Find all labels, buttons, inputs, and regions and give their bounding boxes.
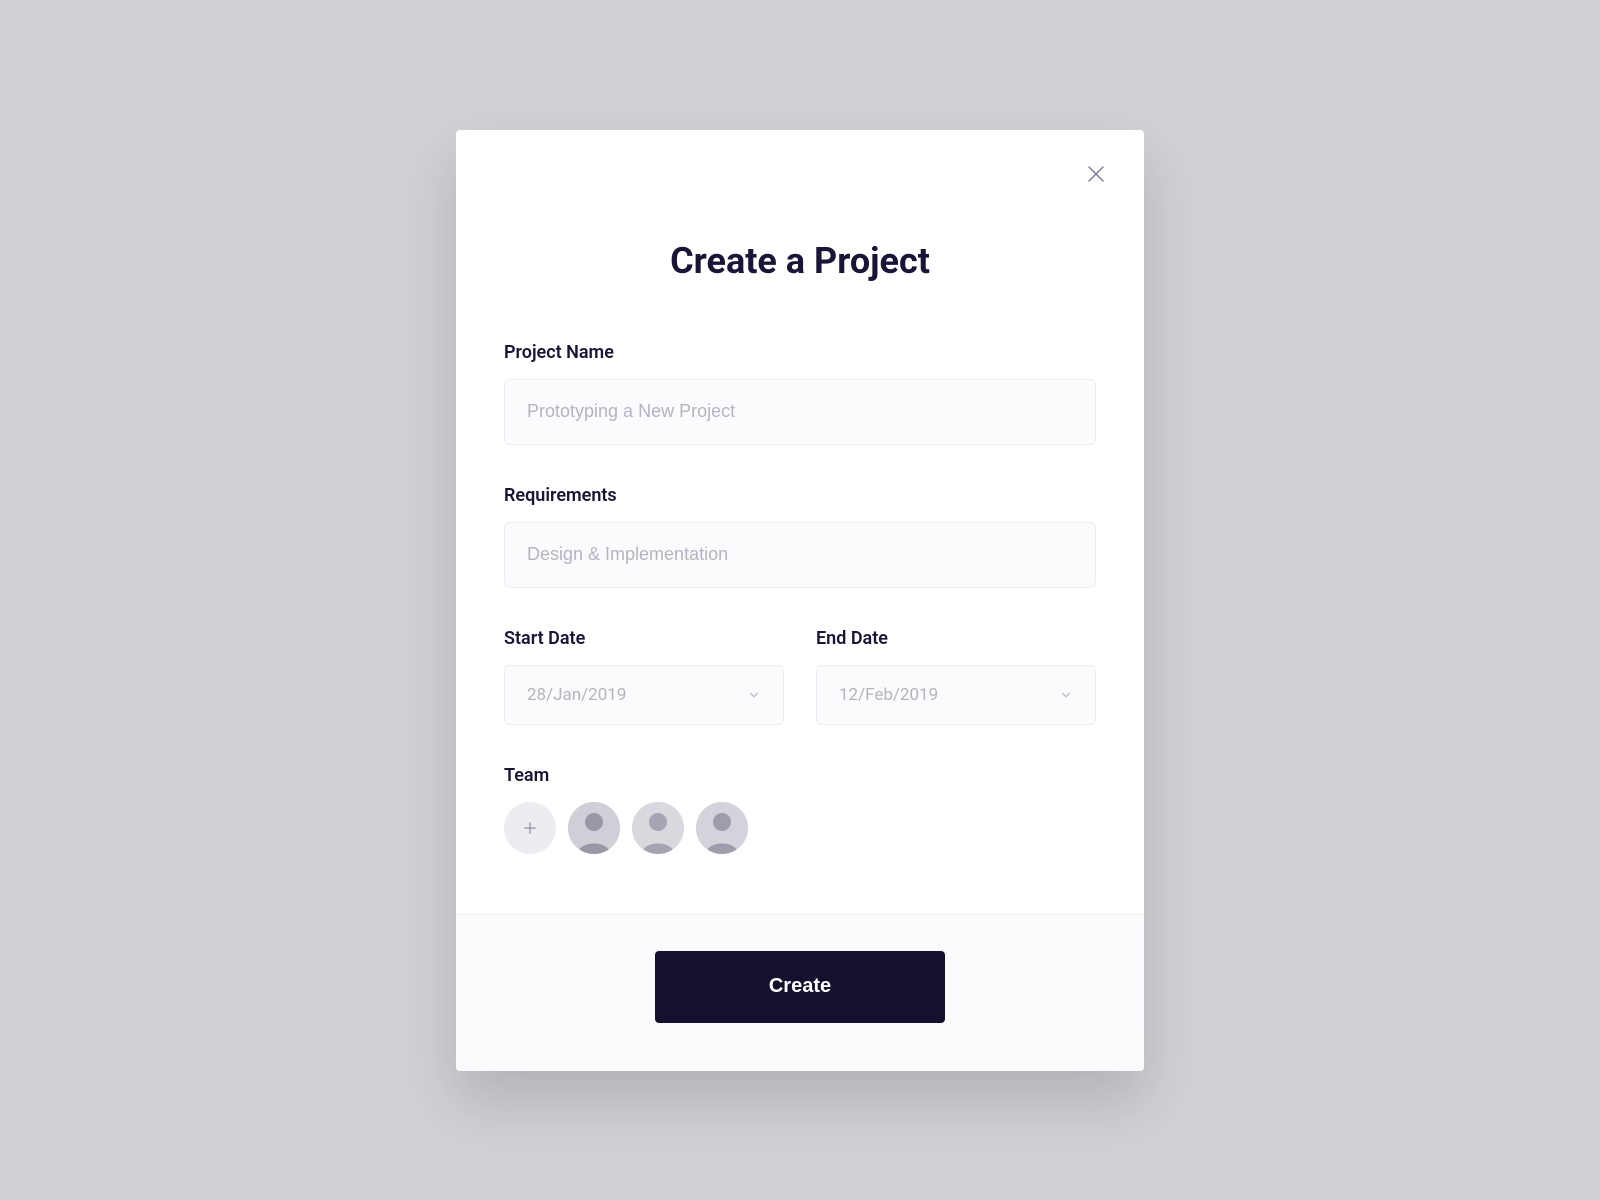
project-name-label: Project Name [504, 342, 1096, 363]
end-date-field: End Date 12/Feb/2019 [816, 628, 1096, 725]
requirements-field: Requirements [504, 485, 1096, 588]
chevron-down-icon [747, 688, 761, 702]
team-member-avatar[interactable] [696, 802, 748, 854]
date-row: Start Date 28/Jan/2019 End Date 12/Feb/2… [504, 628, 1096, 725]
end-date-select[interactable]: 12/Feb/2019 [816, 665, 1096, 725]
requirements-input[interactable] [504, 522, 1096, 588]
modal-body: Create a Project Project Name Requiremen… [456, 130, 1144, 914]
start-date-field: Start Date 28/Jan/2019 [504, 628, 784, 725]
modal-footer: Create [456, 914, 1144, 1071]
plus-icon [521, 819, 539, 837]
end-date-label: End Date [816, 628, 1096, 649]
avatar-icon [568, 802, 620, 854]
team-label: Team [504, 765, 1096, 786]
create-project-modal: Create a Project Project Name Requiremen… [456, 130, 1144, 1071]
avatar-icon [632, 802, 684, 854]
start-date-label: Start Date [504, 628, 784, 649]
end-date-value: 12/Feb/2019 [839, 685, 938, 705]
project-name-field: Project Name [504, 342, 1096, 445]
team-member-avatar[interactable] [568, 802, 620, 854]
create-button[interactable]: Create [655, 951, 945, 1023]
avatar-icon [696, 802, 748, 854]
close-icon [1084, 162, 1108, 186]
close-button[interactable] [1084, 162, 1108, 186]
add-team-member-button[interactable] [504, 802, 556, 854]
chevron-down-icon [1059, 688, 1073, 702]
team-field: Team [504, 765, 1096, 854]
start-date-select[interactable]: 28/Jan/2019 [504, 665, 784, 725]
team-row [504, 802, 1096, 854]
project-name-input[interactable] [504, 379, 1096, 445]
requirements-label: Requirements [504, 485, 1096, 506]
team-member-avatar[interactable] [632, 802, 684, 854]
modal-title: Create a Project [504, 240, 1096, 282]
start-date-value: 28/Jan/2019 [527, 685, 626, 705]
